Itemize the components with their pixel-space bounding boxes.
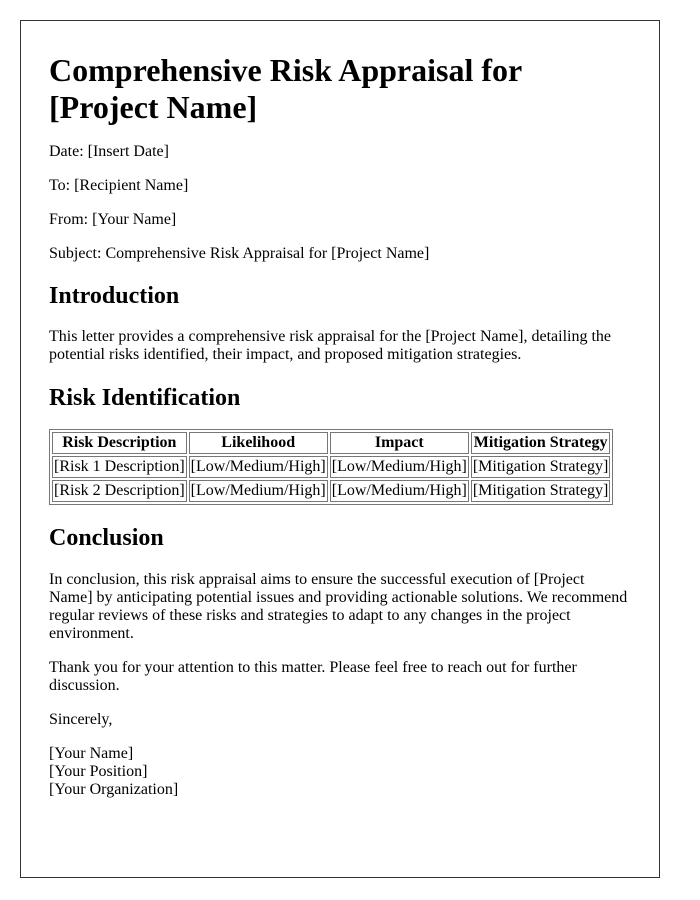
thanks-text: Thank you for your attention to this mat… [49,659,577,694]
column-header-likelihood: Likelihood [188,432,328,454]
signature-block: [Your Name] [Your Position] [Your Organi… [49,745,631,799]
sender-line: From: [Your Name] [49,211,177,228]
letter-meta: Date: [Insert Date] To: [Recipient Name]… [49,143,631,263]
signature-organization: [Your Organization] [49,781,179,798]
mitigation-strategy-cell: [Mitigation Strategy] [470,480,611,502]
likelihood-cell: [Low/Medium/High] [188,480,328,502]
closing-salutation: Sincerely, [49,711,113,728]
introduction-heading: Introduction [49,283,180,309]
column-header-risk-description: Risk Description [52,432,187,454]
column-header-mitigation-strategy: Mitigation Strategy [470,432,611,454]
mitigation-strategy-cell: [Mitigation Strategy] [470,456,611,478]
likelihood-cell: [Low/Medium/High] [188,456,328,478]
impact-cell: [Low/Medium/High] [329,480,469,502]
date-line: Date: [Insert Date] [49,143,169,160]
table-row: [Risk 2 Description] [Low/Medium/High] [… [52,480,611,502]
conclusion-heading: Conclusion [49,525,164,551]
signature-name: [Your Name] [49,745,134,762]
subject-line: Subject: Comprehensive Risk Appraisal fo… [49,245,430,262]
risk-table-header-row: Risk Description Likelihood Impact Mitig… [52,432,611,454]
risk-table: Risk Description Likelihood Impact Mitig… [49,429,614,505]
signature-position: [Your Position] [49,763,148,780]
impact-cell: [Low/Medium/High] [329,456,469,478]
recipient-line: To: [Recipient Name] [49,177,189,194]
introduction-text: This letter provides a comprehensive ris… [49,328,612,363]
risk-identification-heading: Risk Identification [49,385,241,411]
conclusion-text: In conclusion, this risk appraisal aims … [49,571,628,642]
risk-description-cell: [Risk 1 Description] [52,456,187,478]
column-header-impact: Impact [329,432,469,454]
table-row: [Risk 1 Description] [Low/Medium/High] [… [52,456,611,478]
letter-document: Comprehensive Risk Appraisal for [Projec… [20,20,660,878]
risk-description-cell: [Risk 2 Description] [52,480,187,502]
letter-title: Comprehensive Risk Appraisal for [Projec… [49,52,522,125]
